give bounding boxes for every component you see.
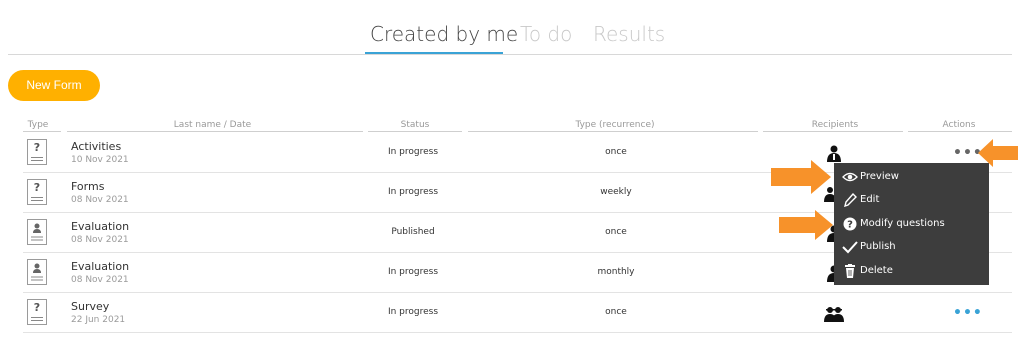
header-status: Status [400, 120, 430, 130]
form-name[interactable]: Evaluation [71, 220, 129, 233]
menu-item-edit[interactable]: Edit [840, 190, 985, 210]
menu-item-publish[interactable]: Publish [840, 237, 985, 257]
arrow-left-icon [978, 139, 1018, 167]
header-divider [763, 131, 903, 132]
tab-results[interactable]: Results [593, 22, 665, 46]
tab-divider [8, 54, 1012, 55]
evaluation-doc-icon [27, 219, 47, 245]
form-date: 08 Nov 2021 [71, 275, 129, 285]
recurrence-text: monthly [597, 267, 635, 277]
status-text: In progress [387, 267, 439, 277]
actions-context-menu: Preview Edit ? Modify questions Publish … [834, 163, 989, 285]
form-date: 08 Nov 2021 [71, 235, 129, 245]
status-text: In progress [387, 307, 439, 317]
form-name[interactable]: Evaluation [71, 260, 129, 273]
menu-item-modify-questions[interactable]: ? Modify questions [840, 214, 985, 234]
pencil-icon [844, 193, 857, 207]
form-name[interactable]: Survey [71, 300, 109, 313]
menu-item-label: Preview [860, 171, 899, 182]
tab-to-do[interactable]: To do [520, 22, 572, 46]
form-date: 08 Nov 2021 [71, 195, 129, 205]
actions-menu-button[interactable]: ••• [953, 305, 983, 321]
menu-item-delete[interactable]: Delete [840, 261, 985, 281]
header-name-date: Last name / Date [173, 120, 252, 130]
form-name[interactable]: Forms [71, 180, 104, 193]
status-text: Published [391, 227, 435, 237]
question-doc-icon: ? [27, 299, 47, 325]
evaluation-doc-icon [27, 259, 47, 285]
header-type: Type [27, 120, 49, 130]
menu-item-label: Modify questions [860, 218, 945, 229]
recurrence-text: once [605, 147, 627, 157]
header-divider [23, 131, 61, 132]
question-doc-icon: ? [27, 139, 47, 165]
new-form-button[interactable]: New Form [8, 70, 100, 101]
menu-item-label: Delete [860, 265, 893, 276]
header-divider [67, 131, 363, 132]
header-divider [468, 131, 758, 132]
menu-item-label: Publish [860, 241, 896, 252]
header-recurrence: Type (recurrence) [575, 120, 655, 130]
header-divider [368, 131, 462, 132]
recurrence-text: weekly [600, 187, 632, 197]
checkmark-icon [842, 241, 858, 254]
trash-icon [845, 264, 855, 278]
question-circle-icon: ? [843, 217, 857, 231]
form-date: 22 Jun 2021 [71, 315, 126, 325]
menu-item-preview[interactable]: Preview [840, 167, 985, 187]
recurrence-text: once [605, 307, 627, 317]
recurrence-text: once [605, 227, 627, 237]
menu-item-label: Edit [860, 194, 880, 205]
table-row[interactable]: ? Survey 22 Jun 2021 In progress once ••… [23, 293, 1012, 333]
question-doc-icon: ? [27, 179, 47, 205]
status-text: In progress [387, 147, 439, 157]
header-divider [908, 131, 1012, 132]
form-date: 10 Nov 2021 [71, 155, 129, 165]
svg-text:?: ? [847, 220, 853, 231]
eye-icon [842, 172, 858, 182]
tab-created-by-me[interactable]: Created by me [370, 22, 518, 46]
arrow-right-icon [779, 210, 833, 240]
status-text: In progress [387, 187, 439, 197]
arrow-right-icon [771, 160, 831, 194]
form-name[interactable]: Activities [71, 140, 121, 153]
tab-bar: Created by me To do Results [0, 0, 1024, 56]
group-icon [824, 307, 844, 322]
header-actions: Actions [942, 120, 976, 130]
header-recipients: Recipients [811, 120, 859, 130]
